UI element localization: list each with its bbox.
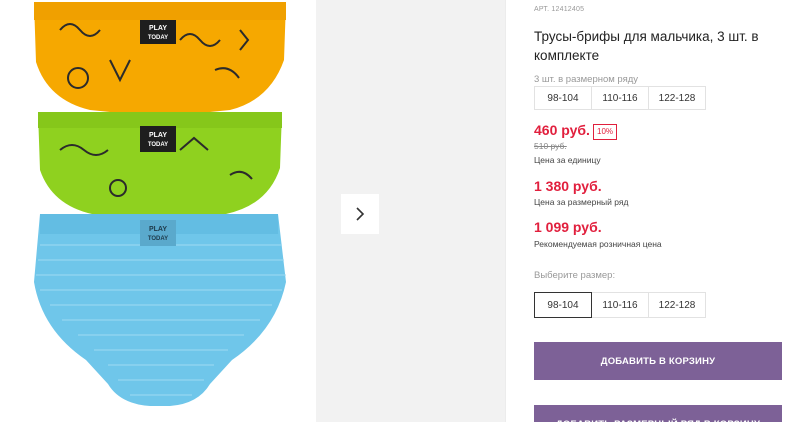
set-size-item: 98-104 [534,86,592,110]
product-photo[interactable]: PLAY TODAY PLAY TODAY PLAY TODAY [0,0,316,422]
briefs-illustration: PLAY TODAY PLAY TODAY PLAY TODAY [34,2,286,406]
brand-tag-text: TODAY [148,35,168,41]
price-rrp-note: Рекомендуемая розничная цена [534,239,662,249]
brand-tag-text: PLAY [149,132,167,139]
brand-tag-text: TODAY [148,142,168,148]
set-label: 3 шт. в размерном ряду [534,74,639,85]
brand-tag-orange: PLAY TODAY [140,20,176,44]
brand-tag-blue: PLAY TODAY [140,220,176,246]
size-selector: 98-104 110-116 122-128 [534,292,706,318]
discount-badge: 10% [593,124,618,140]
price-set-note: Цена за размерный ряд [534,197,629,207]
price-rrp: 1 099 руб. [534,219,602,235]
brand-tag-text: PLAY [149,25,167,32]
add-set-to-cart-button[interactable]: ДОБАВИТЬ РАЗМЕРНЫЙ РЯД В КОРЗИНУ [534,405,782,422]
product-title: Трусы-брифы для мальчика, 3 шт. в компле… [534,29,759,63]
set-size-item: 110-116 [591,86,649,110]
next-photo-button[interactable] [341,194,379,234]
size-option-110-116[interactable]: 110-116 [591,292,649,318]
price-set: 1 380 руб. [534,178,602,194]
size-option-98-104[interactable]: 98-104 [534,292,592,318]
brand-tag-text: TODAY [148,236,168,242]
brand-tag-green: PLAY TODAY [140,126,176,152]
price-unit-note: Цена за единицу [534,155,601,165]
divider [505,0,506,422]
set-size-item: 122-128 [648,86,706,110]
set-sizes: 98-104 110-116 122-128 [534,86,706,110]
choose-size-label: Выберите размер: [534,270,616,281]
price-unit: 460 руб. [534,122,590,138]
chevron-right-icon [356,207,365,221]
product-gallery: PLAY TODAY PLAY TODAY PLAY TODAY [0,0,505,422]
product-info: АРТ. 12412405 Трусы-брифы для мальчика, … [534,0,800,422]
orange-briefs [34,2,286,116]
old-price: 510 руб. [534,141,567,151]
add-to-cart-button[interactable]: ДОБАВИТЬ В КОРЗИНУ [534,342,782,380]
article-number: АРТ. 12412405 [534,6,585,13]
brand-tag-text: PLAY [149,226,167,233]
size-option-122-128[interactable]: 122-128 [648,292,706,318]
